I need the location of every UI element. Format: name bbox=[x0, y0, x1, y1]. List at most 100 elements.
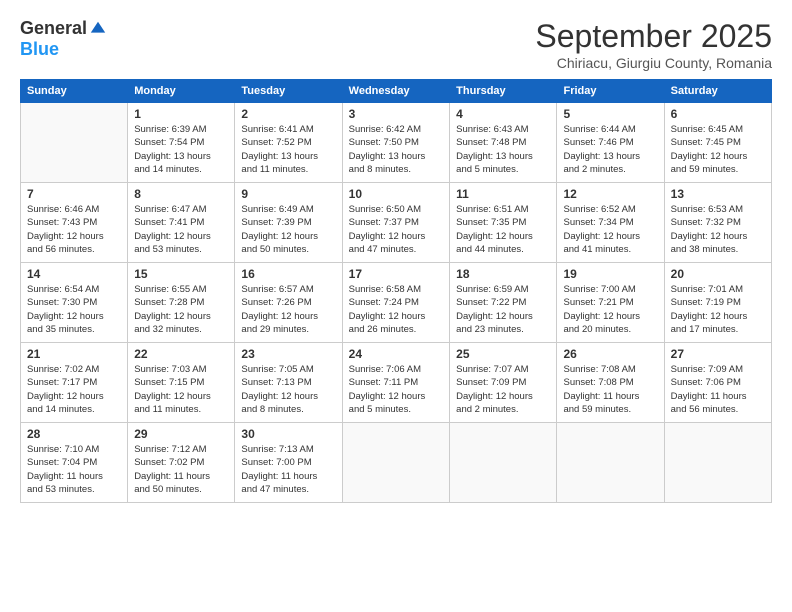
day-info: Sunrise: 7:00 AMSunset: 7:21 PMDaylight:… bbox=[563, 283, 657, 336]
day-info: Sunrise: 7:06 AMSunset: 7:11 PMDaylight:… bbox=[349, 363, 444, 416]
day-number: 23 bbox=[241, 347, 335, 361]
day-info: Sunrise: 6:55 AMSunset: 7:28 PMDaylight:… bbox=[134, 283, 228, 336]
day-cell-3-0: 21 Sunrise: 7:02 AMSunset: 7:17 PMDayligh… bbox=[21, 343, 128, 423]
day-number: 29 bbox=[134, 427, 228, 441]
day-info: Sunrise: 7:12 AMSunset: 7:02 PMDaylight:… bbox=[134, 443, 228, 496]
day-number: 14 bbox=[27, 267, 121, 281]
day-number: 2 bbox=[241, 107, 335, 121]
day-cell-3-3: 24 Sunrise: 7:06 AMSunset: 7:11 PMDayligh… bbox=[342, 343, 450, 423]
day-cell-2-3: 17 Sunrise: 6:58 AMSunset: 7:24 PMDayligh… bbox=[342, 263, 450, 343]
logo-blue: Blue bbox=[20, 39, 59, 59]
day-info: Sunrise: 6:58 AMSunset: 7:24 PMDaylight:… bbox=[349, 283, 444, 336]
col-wednesday: Wednesday bbox=[342, 80, 450, 103]
week-row-3: 14 Sunrise: 6:54 AMSunset: 7:30 PMDayligh… bbox=[21, 263, 772, 343]
day-number: 15 bbox=[134, 267, 228, 281]
day-cell-1-0: 7 Sunrise: 6:46 AMSunset: 7:43 PMDaylight… bbox=[21, 183, 128, 263]
day-cell-0-0 bbox=[21, 103, 128, 183]
day-cell-3-5: 26 Sunrise: 7:08 AMSunset: 7:08 PMDayligh… bbox=[557, 343, 664, 423]
day-info: Sunrise: 6:41 AMSunset: 7:52 PMDaylight:… bbox=[241, 123, 335, 176]
logo: General Blue bbox=[20, 18, 107, 60]
day-cell-0-1: 1 Sunrise: 6:39 AMSunset: 7:54 PMDaylight… bbox=[128, 103, 235, 183]
day-cell-4-4 bbox=[450, 423, 557, 503]
day-number: 24 bbox=[349, 347, 444, 361]
day-cell-1-1: 8 Sunrise: 6:47 AMSunset: 7:41 PMDaylight… bbox=[128, 183, 235, 263]
day-number: 8 bbox=[134, 187, 228, 201]
day-cell-4-1: 29 Sunrise: 7:12 AMSunset: 7:02 PMDayligh… bbox=[128, 423, 235, 503]
week-row-1: 1 Sunrise: 6:39 AMSunset: 7:54 PMDaylight… bbox=[21, 103, 772, 183]
day-cell-1-6: 13 Sunrise: 6:53 AMSunset: 7:32 PMDayligh… bbox=[664, 183, 771, 263]
day-cell-1-4: 11 Sunrise: 6:51 AMSunset: 7:35 PMDayligh… bbox=[450, 183, 557, 263]
col-friday: Friday bbox=[557, 80, 664, 103]
day-info: Sunrise: 7:05 AMSunset: 7:13 PMDaylight:… bbox=[241, 363, 335, 416]
day-cell-3-6: 27 Sunrise: 7:09 AMSunset: 7:06 PMDayligh… bbox=[664, 343, 771, 423]
day-cell-3-4: 25Sunrise: 7:07 AMSunset: 7:09 PMDayligh… bbox=[450, 343, 557, 423]
day-number: 21 bbox=[27, 347, 121, 361]
day-info: Sunrise: 7:02 AMSunset: 7:17 PMDaylight:… bbox=[27, 363, 121, 416]
day-info: Sunrise: 6:54 AMSunset: 7:30 PMDaylight:… bbox=[27, 283, 121, 336]
week-row-4: 21 Sunrise: 7:02 AMSunset: 7:17 PMDayligh… bbox=[21, 343, 772, 423]
day-info: Sunrise: 7:08 AMSunset: 7:08 PMDaylight:… bbox=[563, 363, 657, 416]
day-number: 18 bbox=[456, 267, 550, 281]
day-number: 28 bbox=[27, 427, 121, 441]
day-cell-1-3: 10Sunrise: 6:50 AMSunset: 7:37 PMDayligh… bbox=[342, 183, 450, 263]
day-info: Sunrise: 6:50 AMSunset: 7:37 PMDaylight:… bbox=[349, 203, 444, 256]
day-number: 17 bbox=[349, 267, 444, 281]
day-number: 1 bbox=[134, 107, 228, 121]
day-info: Sunrise: 6:46 AMSunset: 7:43 PMDaylight:… bbox=[27, 203, 121, 256]
day-number: 25 bbox=[456, 347, 550, 361]
day-cell-2-0: 14 Sunrise: 6:54 AMSunset: 7:30 PMDayligh… bbox=[21, 263, 128, 343]
day-number: 26 bbox=[563, 347, 657, 361]
day-info: Sunrise: 7:13 AMSunset: 7:00 PMDaylight:… bbox=[241, 443, 335, 496]
day-cell-0-3: 3 Sunrise: 6:42 AMSunset: 7:50 PMDaylight… bbox=[342, 103, 450, 183]
day-cell-2-5: 19 Sunrise: 7:00 AMSunset: 7:21 PMDayligh… bbox=[557, 263, 664, 343]
day-number: 12 bbox=[563, 187, 657, 201]
day-cell-4-2: 30 Sunrise: 7:13 AMSunset: 7:00 PMDayligh… bbox=[235, 423, 342, 503]
day-info: Sunrise: 6:39 AMSunset: 7:54 PMDaylight:… bbox=[134, 123, 228, 176]
logo-icon bbox=[89, 20, 107, 38]
day-number: 6 bbox=[671, 107, 765, 121]
day-info: Sunrise: 6:57 AMSunset: 7:26 PMDaylight:… bbox=[241, 283, 335, 336]
day-info: Sunrise: 6:53 AMSunset: 7:32 PMDaylight:… bbox=[671, 203, 765, 256]
day-number: 5 bbox=[563, 107, 657, 121]
day-info: Sunrise: 7:09 AMSunset: 7:06 PMDaylight:… bbox=[671, 363, 765, 416]
day-info: Sunrise: 6:43 AMSunset: 7:48 PMDaylight:… bbox=[456, 123, 550, 176]
logo-general: General bbox=[20, 18, 87, 39]
day-cell-2-2: 16Sunrise: 6:57 AMSunset: 7:26 PMDayligh… bbox=[235, 263, 342, 343]
day-number: 19 bbox=[563, 267, 657, 281]
col-tuesday: Tuesday bbox=[235, 80, 342, 103]
day-number: 7 bbox=[27, 187, 121, 201]
day-number: 13 bbox=[671, 187, 765, 201]
month-title: September 2025 bbox=[535, 18, 772, 55]
day-number: 11 bbox=[456, 187, 550, 201]
col-thursday: Thursday bbox=[450, 80, 557, 103]
calendar-header-row: Sunday Monday Tuesday Wednesday Thursday… bbox=[21, 80, 772, 103]
day-cell-4-3 bbox=[342, 423, 450, 503]
day-number: 30 bbox=[241, 427, 335, 441]
week-row-2: 7 Sunrise: 6:46 AMSunset: 7:43 PMDaylight… bbox=[21, 183, 772, 263]
day-info: Sunrise: 6:59 AMSunset: 7:22 PMDaylight:… bbox=[456, 283, 550, 336]
page-header: General Blue September 2025 Chiriacu, Gi… bbox=[20, 18, 772, 71]
day-cell-0-6: 6Sunrise: 6:45 AMSunset: 7:45 PMDaylight… bbox=[664, 103, 771, 183]
col-saturday: Saturday bbox=[664, 80, 771, 103]
day-info: Sunrise: 6:47 AMSunset: 7:41 PMDaylight:… bbox=[134, 203, 228, 256]
day-cell-3-2: 23 Sunrise: 7:05 AMSunset: 7:13 PMDayligh… bbox=[235, 343, 342, 423]
day-info: Sunrise: 6:44 AMSunset: 7:46 PMDaylight:… bbox=[563, 123, 657, 176]
week-row-5: 28Sunrise: 7:10 AMSunset: 7:04 PMDayligh… bbox=[21, 423, 772, 503]
day-number: 3 bbox=[349, 107, 444, 121]
location: Chiriacu, Giurgiu County, Romania bbox=[535, 55, 772, 71]
day-cell-2-6: 20Sunrise: 7:01 AMSunset: 7:19 PMDayligh… bbox=[664, 263, 771, 343]
day-info: Sunrise: 6:52 AMSunset: 7:34 PMDaylight:… bbox=[563, 203, 657, 256]
day-info: Sunrise: 7:01 AMSunset: 7:19 PMDaylight:… bbox=[671, 283, 765, 336]
day-number: 27 bbox=[671, 347, 765, 361]
day-number: 9 bbox=[241, 187, 335, 201]
day-cell-0-5: 5 Sunrise: 6:44 AMSunset: 7:46 PMDaylight… bbox=[557, 103, 664, 183]
day-cell-4-0: 28Sunrise: 7:10 AMSunset: 7:04 PMDayligh… bbox=[21, 423, 128, 503]
col-sunday: Sunday bbox=[21, 80, 128, 103]
col-monday: Monday bbox=[128, 80, 235, 103]
day-info: Sunrise: 6:42 AMSunset: 7:50 PMDaylight:… bbox=[349, 123, 444, 176]
day-cell-0-4: 4 Sunrise: 6:43 AMSunset: 7:48 PMDaylight… bbox=[450, 103, 557, 183]
day-cell-1-5: 12 Sunrise: 6:52 AMSunset: 7:34 PMDayligh… bbox=[557, 183, 664, 263]
day-number: 4 bbox=[456, 107, 550, 121]
day-info: Sunrise: 6:51 AMSunset: 7:35 PMDaylight:… bbox=[456, 203, 550, 256]
day-cell-2-4: 18 Sunrise: 6:59 AMSunset: 7:22 PMDayligh… bbox=[450, 263, 557, 343]
